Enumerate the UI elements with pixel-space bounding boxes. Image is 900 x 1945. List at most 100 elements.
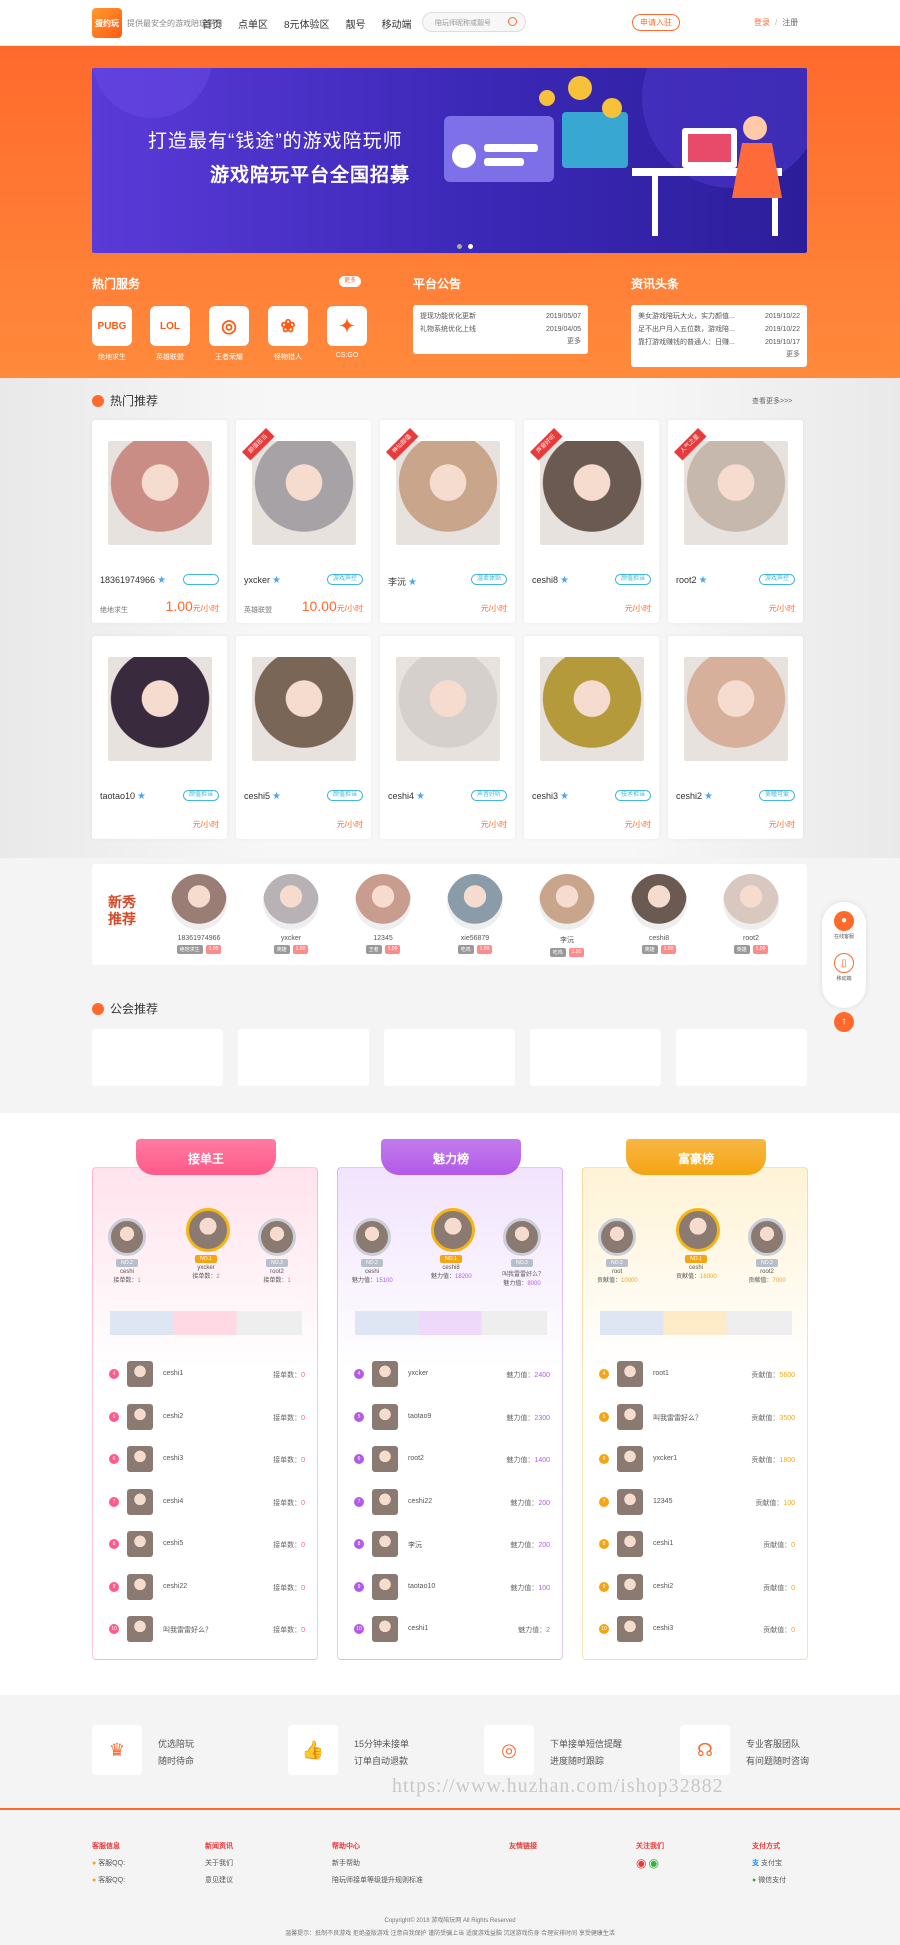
- rank-row-avatar[interactable]: [127, 1616, 153, 1642]
- player-card[interactable]: ceshi5 ★ 颜值担当 元/小时: [236, 636, 371, 839]
- rank-row[interactable]: 5 ceshi2 接单数：0: [109, 1403, 305, 1430]
- online-service-label[interactable]: 在线客服: [822, 933, 866, 940]
- rank-row[interactable]: 5 taotao9 魅力值：2300: [354, 1403, 550, 1430]
- back-to-top-icon[interactable]: ↑: [834, 1012, 854, 1032]
- announcement-item[interactable]: 礼物系统优化上线 2019/04/05: [420, 323, 581, 336]
- rank-top-avatar[interactable]: [503, 1218, 541, 1256]
- apply-join-button[interactable]: 申请入驻: [632, 14, 680, 31]
- rank-top-user[interactable]: NO.2 ceshi 接单数：1: [107, 1218, 147, 1284]
- mobile-icon[interactable]: ▯: [834, 953, 854, 973]
- qq-link[interactable]: ● 客服QQ:: [92, 1872, 125, 1889]
- rank-top-avatar[interactable]: [258, 1218, 296, 1256]
- new-user-name[interactable]: 12345: [351, 935, 415, 942]
- player-photo[interactable]: [108, 657, 212, 761]
- rank-row-name[interactable]: taotao10: [408, 1583, 435, 1590]
- player-name-text[interactable]: ceshi3: [532, 791, 558, 801]
- nav-home[interactable]: 首页: [202, 16, 222, 31]
- nav-trial-zone[interactable]: 8元体验区: [284, 16, 330, 31]
- feedback-link[interactable]: 意见建议: [205, 1872, 233, 1889]
- rank-row[interactable]: 9 ceshi22 接单数：0: [109, 1573, 305, 1600]
- rank-top-avatar[interactable]: [431, 1208, 475, 1252]
- player-name[interactable]: 18361974966 ★: [100, 575, 166, 586]
- rank-row-avatar[interactable]: [127, 1403, 153, 1430]
- wechat-icon[interactable]: ◉: [648, 1856, 658, 1870]
- rank-row-avatar[interactable]: [372, 1446, 398, 1472]
- rank-row-avatar[interactable]: [617, 1403, 643, 1430]
- player-name[interactable]: taotao10 ★: [100, 791, 146, 802]
- rank-row-name[interactable]: ceshi4: [163, 1498, 183, 1505]
- rank-row-name[interactable]: 叫我雷雷好么？: [163, 1625, 212, 1635]
- new-user[interactable]: ceshi8 英雄 1.00: [627, 874, 691, 954]
- nav-vip-number[interactable]: 靓号: [346, 16, 366, 31]
- announcement-item[interactable]: 提现功能优化更新 2019/05/07: [420, 310, 581, 323]
- game-item[interactable]: LOL 英雄联盟: [150, 306, 190, 362]
- new-user-avatar[interactable]: [355, 874, 411, 930]
- chat-icon[interactable]: ●: [834, 911, 854, 931]
- rank-row[interactable]: 4 ceshi1 接单数：0: [109, 1361, 305, 1387]
- rank-top-avatar[interactable]: [186, 1208, 230, 1252]
- rank-row-name[interactable]: ceshi3: [163, 1455, 183, 1462]
- rank-row[interactable]: 7 12345 贡献值：100: [599, 1488, 795, 1515]
- banner-carousel[interactable]: 打造最有“钱途”的游戏陪玩师 游戏陪玩平台全国招募: [92, 68, 807, 253]
- rank-row-name[interactable]: ceshi2: [653, 1583, 673, 1590]
- rank-row-avatar[interactable]: [127, 1573, 153, 1600]
- player-photo[interactable]: [252, 657, 356, 761]
- rank-top-user[interactable]: NO.3 root2 接单数：1: [257, 1218, 297, 1284]
- rank-row-name[interactable]: root2: [408, 1455, 424, 1462]
- rank-row[interactable]: 10 叫我雷雷好么？ 接单数：0: [109, 1616, 305, 1642]
- player-name[interactable]: ceshi5 ★: [244, 791, 281, 802]
- player-card[interactable]: 神仙颜值 李沅 ★ 温柔体贴 元/小时: [380, 420, 515, 623]
- player-name-text[interactable]: yxcker: [244, 575, 270, 585]
- rank-row-name[interactable]: ceshi2: [163, 1413, 183, 1420]
- rank-top-avatar[interactable]: [748, 1218, 786, 1256]
- mobile-label[interactable]: 移动端: [822, 975, 866, 982]
- qq-link[interactable]: ● 客服QQ:: [92, 1855, 125, 1872]
- new-user[interactable]: root2 英雄 1.00: [719, 874, 783, 954]
- rank-row-avatar[interactable]: [372, 1488, 398, 1515]
- player-name[interactable]: ceshi8 ★: [532, 575, 569, 586]
- carousel-dots[interactable]: [457, 244, 473, 249]
- rank-row-avatar[interactable]: [372, 1573, 398, 1600]
- news-item[interactable]: 靠打游戏赚钱的普通人：日赚... 2019/10/17: [638, 336, 800, 349]
- rank-row-avatar[interactable]: [617, 1616, 643, 1642]
- news-item[interactable]: 美女游戏陪玩大火，实力颜值... 2019/10/22: [638, 310, 800, 323]
- level-rules-link[interactable]: 陪玩师接单等级提升规则标准: [332, 1872, 423, 1889]
- rank-row-avatar[interactable]: [127, 1361, 153, 1387]
- weibo-icon[interactable]: ◉: [636, 1856, 646, 1870]
- rank-top-user[interactable]: NO.2 ceshi 魅力值：15100: [352, 1218, 393, 1284]
- player-name[interactable]: root2 ★: [676, 575, 707, 586]
- player-photo[interactable]: [396, 441, 500, 545]
- player-name[interactable]: ceshi3 ★: [532, 791, 569, 802]
- rank-row-name[interactable]: root1: [653, 1370, 669, 1377]
- new-user[interactable]: 18361974966 绝地求生 1.00: [167, 874, 231, 954]
- rank-row-name[interactable]: ceshi1: [408, 1625, 428, 1632]
- guild-card[interactable]: [238, 1029, 369, 1086]
- new-user-avatar[interactable]: [723, 874, 779, 930]
- player-photo[interactable]: [108, 441, 212, 545]
- player-name-text[interactable]: ceshi4: [388, 791, 414, 801]
- game-item[interactable]: ❀ 怪物猎人: [268, 306, 308, 362]
- nav-mobile[interactable]: 移动端: [382, 16, 412, 31]
- rank-row-name[interactable]: 李沅: [408, 1540, 422, 1550]
- player-name-text[interactable]: ceshi2: [676, 791, 702, 801]
- rank-row[interactable]: 6 yxcker1 贡献值：1800: [599, 1446, 795, 1472]
- game-item[interactable]: ✦ CS:GO: [327, 306, 367, 359]
- rank-row[interactable]: 8 李沅 魅力值：200: [354, 1531, 550, 1557]
- carousel-dot-active[interactable]: [468, 244, 473, 249]
- player-name-text[interactable]: ceshi5: [244, 791, 270, 801]
- player-card[interactable]: ceshi2 ★ 美瞳可爱 元/小时: [668, 636, 803, 839]
- carousel-dot[interactable]: [457, 244, 462, 249]
- rank-row-avatar[interactable]: [127, 1446, 153, 1472]
- rank-row-avatar[interactable]: [372, 1531, 398, 1557]
- rank-top-avatar[interactable]: [108, 1218, 146, 1256]
- rank-top-user[interactable]: NO.3 root2 贡献值：7000: [747, 1218, 787, 1284]
- new-user-avatar[interactable]: [171, 874, 227, 930]
- guild-card[interactable]: [530, 1029, 661, 1086]
- new-user-name[interactable]: root2: [719, 935, 783, 942]
- rank-top-user[interactable]: NO.3 叫我雷雷好么？ 魅力值：8000: [502, 1218, 544, 1287]
- new-user-name[interactable]: xie56879: [443, 935, 507, 942]
- new-user-name[interactable]: ceshi8: [627, 935, 691, 942]
- game-item[interactable]: ◎ 王者荣耀: [209, 306, 249, 362]
- player-photo[interactable]: [252, 441, 356, 545]
- player-card[interactable]: taotao10 ★ 颜值担当 元/小时: [92, 636, 227, 839]
